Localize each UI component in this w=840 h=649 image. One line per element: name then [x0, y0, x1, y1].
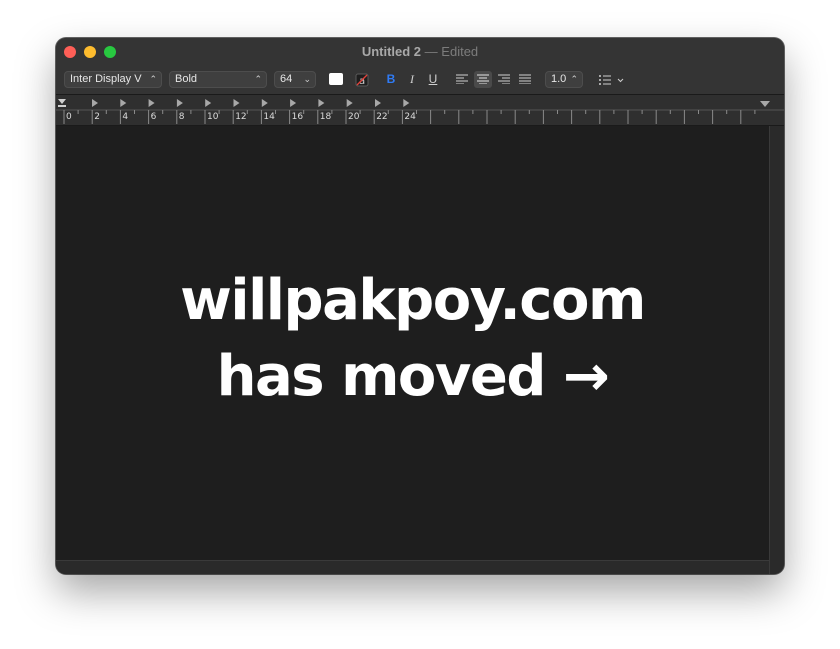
line-spacing-select[interactable]: 1.0 ⌃ — [545, 71, 583, 88]
align-right-icon — [498, 74, 510, 84]
align-left-icon — [456, 74, 468, 84]
document-line-2: has moved → — [216, 344, 610, 409]
text-color-swatch[interactable] — [329, 73, 343, 85]
ruler-label: 24 — [404, 112, 416, 122]
tab-stop-marker — [318, 99, 325, 107]
tab-stop-marker — [176, 99, 183, 107]
tab-stop-marker — [290, 99, 297, 107]
vertical-scrollbar[interactable] — [769, 126, 784, 574]
ruler-label: 12 — [235, 112, 247, 122]
ruler-ticks — [56, 99, 784, 124]
ruler[interactable]: 0 2 4 6 8 10 12 14 16 18 20 22 24 — [56, 95, 784, 126]
chevron-down-icon: ⌄ — [303, 74, 311, 84]
left-indent-marker — [58, 99, 66, 107]
right-margin-marker — [760, 101, 770, 107]
line-spacing-value: 1.0 — [551, 73, 567, 85]
tab-stop-marker — [120, 99, 127, 107]
tab-stop-marker — [148, 99, 155, 107]
font-style-select[interactable]: Bold ⌃ — [169, 71, 267, 88]
ruler-label: 10 — [207, 112, 219, 122]
document-area[interactable]: willpakpoy.com has moved → — [56, 126, 769, 574]
align-center-icon — [477, 74, 489, 84]
chevron-updown-icon: ⌃ — [254, 74, 262, 84]
ruler-label: 8 — [178, 112, 185, 122]
chevron-updown-icon: ⌃ — [570, 74, 578, 84]
document-text[interactable]: willpakpoy.com has moved → — [56, 263, 769, 415]
ruler-label: 4 — [122, 112, 129, 122]
chevron-updown-icon: ⌃ — [149, 74, 157, 84]
ruler-label: 20 — [348, 112, 360, 122]
tab-stop-marker — [375, 99, 381, 107]
ruler-label: 6 — [150, 112, 157, 122]
ruler-label: 22 — [376, 112, 388, 122]
list-bullets-icon — [599, 75, 624, 85]
title-bar[interactable]: Untitled 2 — Edited Inter Display V ⌃ Bo… — [56, 38, 784, 95]
align-justify-button[interactable] — [516, 71, 534, 88]
font-size-value: 64 — [280, 73, 293, 85]
highlight-color-icon: a — [355, 73, 369, 87]
italic-button[interactable]: I — [403, 71, 421, 88]
align-center-button[interactable] — [474, 71, 492, 88]
tab-stop-marker — [261, 99, 268, 107]
document-name: Untitled 2 — [361, 44, 422, 59]
font-style-value: Bold — [175, 73, 198, 85]
tab-stop-marker — [233, 99, 240, 107]
title-separator: — — [424, 44, 438, 59]
tab-stop-marker — [346, 99, 353, 107]
tab-stop-marker — [403, 99, 410, 107]
font-family-value: Inter Display V — [70, 73, 142, 85]
list-style-button[interactable] — [596, 71, 626, 88]
document-line-1: willpakpoy.com — [180, 268, 646, 333]
window-title: Untitled 2 — Edited — [56, 44, 784, 59]
font-family-select[interactable]: Inter Display V ⌃ — [64, 71, 162, 88]
edited-status: Edited — [441, 44, 479, 59]
tab-stop-marker — [92, 99, 98, 107]
align-right-button[interactable] — [495, 71, 513, 88]
textedit-window: Untitled 2 — Edited Inter Display V ⌃ Bo… — [56, 38, 784, 574]
font-size-combo[interactable]: 64 ⌄ — [274, 71, 316, 88]
align-justify-icon — [519, 74, 531, 84]
ruler-label: 2 — [94, 112, 100, 122]
highlight-color-button[interactable]: a — [353, 71, 371, 88]
ruler-label: 0 — [66, 112, 72, 122]
ruler-label: 16 — [291, 112, 304, 122]
underline-button[interactable]: U — [424, 71, 442, 88]
align-left-button[interactable] — [453, 71, 471, 88]
bold-button[interactable]: B — [382, 71, 400, 88]
ruler-label: 14 — [263, 112, 275, 122]
horizontal-scrollbar[interactable] — [56, 560, 769, 574]
ruler-label: 18 — [319, 112, 332, 122]
tab-stop-marker — [205, 99, 212, 107]
